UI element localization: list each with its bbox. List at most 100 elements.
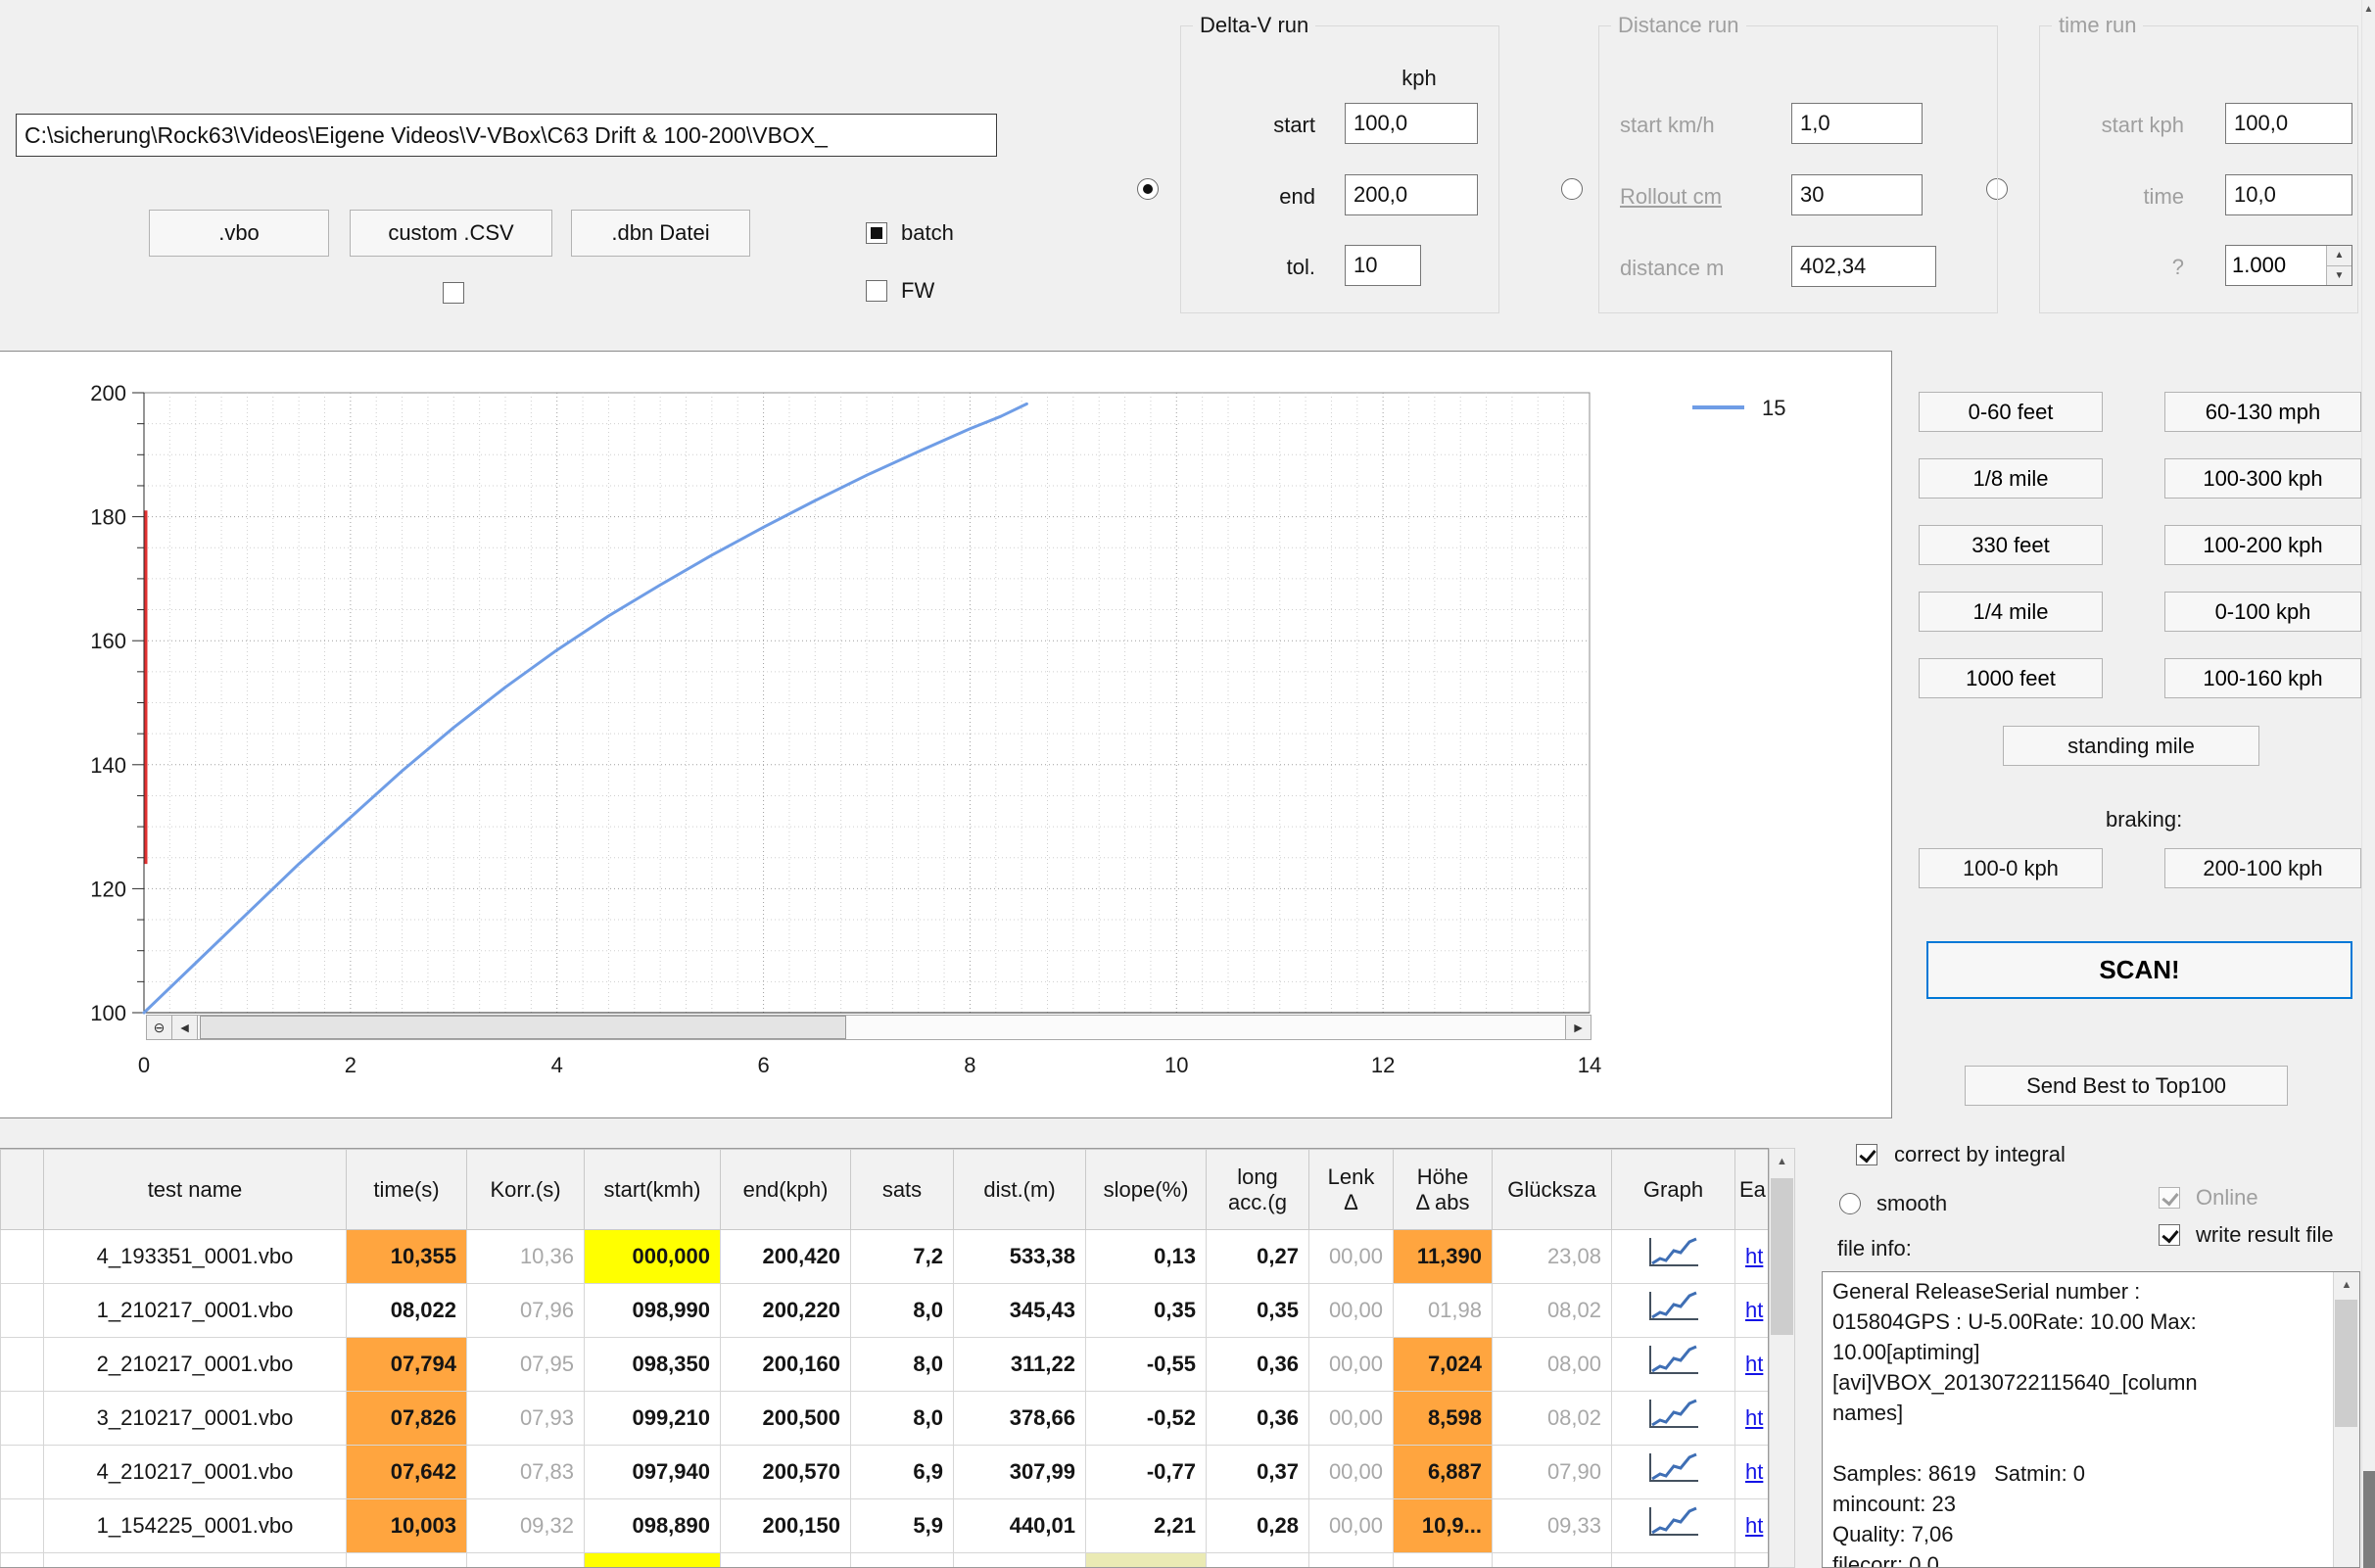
- slope-cell[interactable]: -0,77: [1086, 1446, 1207, 1499]
- chart-scrollbar-thumb[interactable]: [200, 1016, 846, 1039]
- quick-button-100-300-kph[interactable]: 100-300 kph: [2164, 458, 2361, 499]
- quick-button-60-130-mph[interactable]: 60-130 mph: [2164, 392, 2361, 432]
- end-cell[interactable]: 200,500: [721, 1392, 851, 1446]
- lenk-cell[interactable]: 00,00: [1309, 1230, 1394, 1284]
- rollout-input[interactable]: [1791, 174, 1923, 215]
- end-cell[interactable]: 200,420: [721, 1230, 851, 1284]
- result-link-cell[interactable]: ht: [1735, 1284, 1769, 1338]
- time-run-start-input[interactable]: [2225, 103, 2352, 144]
- deltav-start-input[interactable]: [1345, 103, 1478, 144]
- acc-cell[interactable]: 0,36: [1207, 1338, 1309, 1392]
- dist-cell[interactable]: 533,38: [954, 1230, 1086, 1284]
- table-row[interactable]: 3_210217_0001.vbo07,82607,93099,210200,5…: [1, 1392, 1769, 1446]
- korr-cell[interactable]: 07,96: [467, 1284, 585, 1338]
- graph-cell[interactable]: [1612, 1338, 1735, 1392]
- column-header-graph[interactable]: Graph: [1612, 1150, 1735, 1230]
- korr-cell[interactable]: 10,36: [467, 1230, 585, 1284]
- dbn-datei-button[interactable]: .dbn Datei: [571, 210, 750, 257]
- time-run-time-input[interactable]: [2225, 174, 2352, 215]
- hoehe-cell[interactable]: 8,598: [1394, 1392, 1493, 1446]
- quick-button-1000-feet[interactable]: 1000 feet: [1919, 658, 2103, 698]
- window-scroll-up-icon[interactable]: ▲: [2362, 0, 2375, 20]
- glueck-cell[interactable]: 23,08: [1493, 1230, 1612, 1284]
- spinner-down-icon[interactable]: ▼: [2327, 266, 2351, 286]
- table-row-partial[interactable]: [1, 1553, 1769, 1568]
- column-header-long-acc-g[interactable]: long acc.(g: [1207, 1150, 1309, 1230]
- row-selector-cell[interactable]: [1, 1392, 44, 1446]
- column-header-ea[interactable]: Ea: [1735, 1150, 1769, 1230]
- column-header-test-name[interactable]: test name: [44, 1150, 347, 1230]
- lenk-cell[interactable]: 00,00: [1309, 1392, 1394, 1446]
- sats-cell[interactable]: 5,9: [851, 1499, 954, 1553]
- standing-mile-button[interactable]: standing mile: [2003, 726, 2259, 766]
- row-selector-cell[interactable]: [1, 1446, 44, 1499]
- result-link-cell[interactable]: ht: [1735, 1230, 1769, 1284]
- lenk-cell[interactable]: 00,00: [1309, 1446, 1394, 1499]
- chart-scroll-left-button[interactable]: ◄: [172, 1016, 198, 1039]
- result-link-cell[interactable]: ht: [1735, 1446, 1769, 1499]
- slope-cell[interactable]: 0,13: [1086, 1230, 1207, 1284]
- time-cell[interactable]: 08,022: [347, 1284, 467, 1338]
- time-cell[interactable]: 10,355: [347, 1230, 467, 1284]
- braking-100-0-button[interactable]: 100-0 kph: [1919, 848, 2103, 888]
- quick-button-100-200-kph[interactable]: 100-200 kph: [2164, 525, 2361, 565]
- graph-cell[interactable]: [1612, 1392, 1735, 1446]
- name-cell[interactable]: 1_210217_0001.vbo: [44, 1284, 347, 1338]
- end-cell[interactable]: 200,150: [721, 1499, 851, 1553]
- slope-cell[interactable]: -0,52: [1086, 1392, 1207, 1446]
- hoehe-cell[interactable]: 7,024: [1394, 1338, 1493, 1392]
- result-link[interactable]: ht: [1745, 1513, 1763, 1538]
- start-cell[interactable]: 098,350: [585, 1338, 721, 1392]
- chart-scroll-right-button[interactable]: ►: [1565, 1016, 1591, 1039]
- table-scrollbar-thumb[interactable]: [1771, 1178, 1793, 1335]
- chart-zoom-out-button[interactable]: ⊖: [147, 1016, 172, 1039]
- time-cell[interactable]: 10,003: [347, 1499, 467, 1553]
- smooth-radio[interactable]: [1839, 1193, 1861, 1214]
- start-cell[interactable]: [585, 1553, 721, 1568]
- acc-cell[interactable]: 0,35: [1207, 1284, 1309, 1338]
- glueck-cell[interactable]: 08,00: [1493, 1338, 1612, 1392]
- window-vertical-scrollbar[interactable]: ▲: [2361, 0, 2375, 1568]
- korr-cell[interactable]: 09,32: [467, 1499, 585, 1553]
- scan-button[interactable]: SCAN!: [1926, 941, 2352, 999]
- time-cell[interactable]: 07,642: [347, 1446, 467, 1499]
- column-header-time-s[interactable]: time(s): [347, 1150, 467, 1230]
- result-link-cell[interactable]: ht: [1735, 1392, 1769, 1446]
- table-scroll-up-icon[interactable]: ▲: [1770, 1149, 1794, 1175]
- quick-button-0-100-kph[interactable]: 0-100 kph: [2164, 592, 2361, 632]
- result-link[interactable]: ht: [1745, 1244, 1763, 1268]
- dist-cell[interactable]: 307,99: [954, 1446, 1086, 1499]
- glueck-cell[interactable]: 08,02: [1493, 1392, 1612, 1446]
- result-link-cell[interactable]: ht: [1735, 1499, 1769, 1553]
- distance-run-radio[interactable]: [1561, 178, 1583, 200]
- lenk-cell[interactable]: 00,00: [1309, 1499, 1394, 1553]
- time-cell[interactable]: 07,794: [347, 1338, 467, 1392]
- table-row[interactable]: 2_210217_0001.vbo07,79407,95098,350200,1…: [1, 1338, 1769, 1392]
- acc-cell[interactable]: 0,37: [1207, 1446, 1309, 1499]
- dist-cell[interactable]: 440,01: [954, 1499, 1086, 1553]
- result-link[interactable]: ht: [1745, 1352, 1763, 1376]
- online-checkbox[interactable]: [2159, 1187, 2180, 1209]
- column-header-lenk[interactable]: Lenk Δ: [1309, 1150, 1394, 1230]
- column-header-slope[interactable]: slope(%): [1086, 1150, 1207, 1230]
- distance-start-input[interactable]: [1791, 103, 1923, 144]
- file-info-box[interactable]: General ReleaseSerial number : 015804GPS…: [1822, 1271, 2360, 1568]
- quick-button-1-8-mile[interactable]: 1/8 mile: [1919, 458, 2103, 499]
- korr-cell[interactable]: [467, 1553, 585, 1568]
- quick-button-0-60-feet[interactable]: 0-60 feet: [1919, 392, 2103, 432]
- deltav-end-input[interactable]: [1345, 174, 1478, 215]
- custom-csv-button[interactable]: custom .CSV: [350, 210, 552, 257]
- column-header-start-kmh[interactable]: start(kmh): [585, 1150, 721, 1230]
- start-cell[interactable]: 098,890: [585, 1499, 721, 1553]
- graph-thumbnail-icon[interactable]: [1643, 1503, 1704, 1543]
- spinner-up-icon[interactable]: ▲: [2327, 246, 2351, 266]
- acc-cell[interactable]: 0,28: [1207, 1499, 1309, 1553]
- graph-thumbnail-icon[interactable]: [1643, 1396, 1704, 1435]
- hoehe-cell[interactable]: 10,9...: [1394, 1499, 1493, 1553]
- table-row[interactable]: 1_210217_0001.vbo08,02207,96098,990200,2…: [1, 1284, 1769, 1338]
- graph-cell[interactable]: [1612, 1499, 1735, 1553]
- graph-cell[interactable]: [1612, 1284, 1735, 1338]
- start-cell[interactable]: 098,990: [585, 1284, 721, 1338]
- quick-button-1-4-mile[interactable]: 1/4 mile: [1919, 592, 2103, 632]
- sats-cell[interactable]: 8,0: [851, 1338, 954, 1392]
